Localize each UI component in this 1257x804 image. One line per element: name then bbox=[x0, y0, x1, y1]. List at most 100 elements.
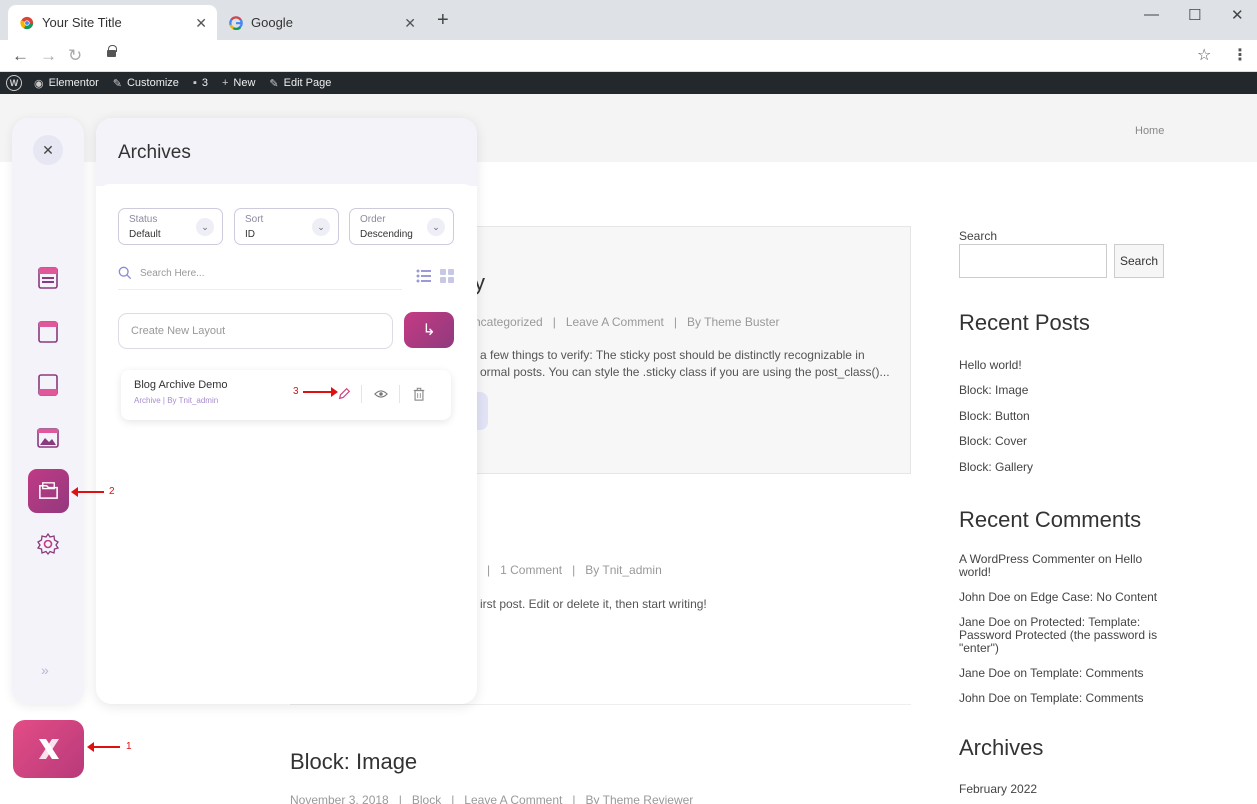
elementor-icon: ◉ bbox=[34, 77, 44, 90]
rail-close-button[interactable]: ✕ bbox=[33, 135, 63, 165]
recent-comment-link[interactable]: John Doe on Template: Comments bbox=[959, 692, 1159, 705]
chrome-icon bbox=[20, 16, 34, 29]
list-view-icon[interactable] bbox=[416, 268, 432, 284]
back-button[interactable]: ← bbox=[12, 46, 29, 66]
new-tab-button[interactable]: + bbox=[437, 10, 449, 30]
annotation-arrow bbox=[87, 742, 120, 752]
recent-post-link[interactable]: Block: Cover bbox=[959, 435, 1159, 448]
recent-comment-link[interactable]: John Doe on Edge Case: No Content bbox=[959, 591, 1159, 604]
archive-template-icon[interactable] bbox=[28, 469, 69, 513]
annotation-number: 2 bbox=[109, 486, 115, 497]
recent-comments-heading: Recent Comments bbox=[959, 507, 1142, 532]
panel-header: Archives bbox=[96, 118, 477, 186]
search-icon bbox=[118, 266, 132, 280]
reload-button[interactable]: ↻ bbox=[68, 46, 82, 66]
wp-admin-bar: W ◉ Elementor ✎ Customize ▪ 3 + New ✎ Edit Pa… bbox=[0, 72, 1257, 94]
filter-value: ID bbox=[245, 229, 255, 240]
recent-comment-link[interactable]: Jane Doe on Template: Comments bbox=[959, 667, 1159, 680]
adminbar-label: 3 bbox=[201, 77, 208, 89]
divider bbox=[290, 704, 911, 705]
post-title[interactable]: Block: Image bbox=[290, 749, 417, 775]
browser-menu-icon[interactable]: ⋮ bbox=[1232, 45, 1248, 65]
x-logo-icon bbox=[38, 739, 59, 759]
minimize-button[interactable]: — bbox=[1144, 6, 1159, 23]
archives-heading: Archives bbox=[959, 735, 1044, 760]
recent-post-link[interactable]: Block: Gallery bbox=[959, 461, 1159, 474]
recent-post-link[interactable]: Block: Image bbox=[959, 384, 1159, 397]
archives-panel: Archives Status Default ⌄ Sort ID ⌄ Orde… bbox=[96, 118, 477, 704]
divider bbox=[361, 385, 362, 403]
browser-tab-bar: Your Site Title ✕ Google ✕ + — ☐ ✕ bbox=[0, 0, 1257, 40]
wordpress-logo-icon[interactable]: W bbox=[6, 75, 22, 91]
adminbar-label: Edit Page bbox=[283, 77, 332, 89]
order-filter-select[interactable]: Order Descending ⌄ bbox=[349, 208, 454, 245]
brush-icon: ✎ bbox=[112, 77, 122, 90]
post-meta: November 3, 2018 | Block | Leave A Comme… bbox=[290, 793, 694, 804]
layout-card: Blog Archive Demo Archive | By Tnit_admi… bbox=[121, 370, 451, 420]
preview-eye-icon[interactable] bbox=[374, 387, 388, 401]
footer-template-icon[interactable] bbox=[36, 373, 60, 397]
recent-comment-link[interactable]: Jane Doe on Protected: Template: Passwor… bbox=[959, 616, 1159, 655]
post-excerpt-line: a few things to verify: The sticky post … bbox=[480, 348, 865, 362]
sidebar-search-button[interactable]: Search bbox=[1114, 244, 1164, 278]
annotation-arrow bbox=[303, 387, 338, 397]
status-filter-select[interactable]: Status Default ⌄ bbox=[118, 208, 223, 245]
builder-icon-rail bbox=[12, 118, 84, 704]
edit-pencil-icon[interactable] bbox=[337, 387, 351, 401]
adminbar-customize[interactable]: ✎ Customize bbox=[113, 77, 179, 90]
recent-post-link[interactable]: Hello world! bbox=[959, 359, 1159, 372]
create-layout-input[interactable]: Create New Layout bbox=[118, 313, 393, 349]
annotation-arrow bbox=[71, 487, 104, 497]
forward-button[interactable]: → bbox=[40, 46, 57, 66]
recent-post-link[interactable]: Block: Button bbox=[959, 410, 1159, 423]
close-tab-icon[interactable]: ✕ bbox=[195, 15, 207, 32]
header-template-icon[interactable] bbox=[36, 266, 60, 290]
adminbar-label: New bbox=[233, 77, 256, 89]
maximize-button[interactable]: ☐ bbox=[1188, 6, 1201, 24]
builder-launcher-button[interactable] bbox=[13, 720, 84, 778]
google-icon bbox=[229, 15, 243, 30]
sidebar-search-input[interactable] bbox=[959, 244, 1107, 278]
close-tab-icon[interactable]: ✕ bbox=[404, 15, 416, 32]
trash-icon[interactable] bbox=[412, 387, 426, 401]
home-link[interactable]: Home bbox=[1135, 125, 1164, 137]
layout-search-input[interactable]: Search Here... bbox=[118, 264, 402, 290]
adminbar-label: Customize bbox=[126, 77, 179, 89]
adminbar-edit-page[interactable]: ✎ Edit Page bbox=[269, 77, 331, 90]
window-close-button[interactable]: ✕ bbox=[1231, 6, 1244, 24]
annotation-number: 1 bbox=[126, 741, 132, 752]
grid-view-icon[interactable] bbox=[439, 268, 455, 284]
filter-value: Descending bbox=[360, 229, 413, 240]
recent-comment-link[interactable]: A WordPress Commenter on Hello world! bbox=[959, 553, 1159, 579]
filter-label: Status bbox=[129, 214, 158, 225]
layout-meta: Archive | By Tnit_admin bbox=[134, 396, 219, 405]
bookmark-star-icon[interactable]: ☆ bbox=[1197, 45, 1211, 65]
filter-label: Sort bbox=[245, 214, 264, 225]
adminbar-new[interactable]: + New bbox=[222, 77, 255, 89]
recent-posts-heading: Recent Posts bbox=[959, 310, 1090, 335]
search-placeholder: Search Here... bbox=[140, 268, 205, 279]
chevron-down-icon: ⌄ bbox=[312, 218, 330, 236]
tab-title: Google bbox=[251, 15, 293, 30]
panel-title: Archives bbox=[118, 142, 191, 163]
expand-rail-icon[interactable]: » bbox=[41, 662, 49, 678]
filter-value: Default bbox=[129, 229, 161, 240]
archive-link[interactable]: February 2022 bbox=[959, 783, 1159, 796]
adminbar-elementor[interactable]: ◉ Elementor bbox=[34, 77, 99, 90]
pencil-icon: ✎ bbox=[269, 77, 279, 90]
folder-icon bbox=[39, 482, 58, 499]
sort-filter-select[interactable]: Sort ID ⌄ bbox=[234, 208, 339, 245]
settings-gear-icon[interactable] bbox=[36, 532, 60, 556]
adminbar-comments[interactable]: ▪ 3 bbox=[193, 77, 208, 89]
create-layout-button[interactable]: ↳ bbox=[404, 312, 454, 348]
gallery-template-icon[interactable] bbox=[36, 426, 60, 450]
divider bbox=[399, 385, 400, 403]
tab-your-site-title[interactable]: Your Site Title ✕ bbox=[8, 5, 217, 40]
single-template-icon[interactable] bbox=[36, 320, 60, 344]
comment-icon: ▪ bbox=[192, 77, 197, 89]
read-more-button[interactable] bbox=[476, 392, 488, 430]
tab-google[interactable]: Google ✕ bbox=[217, 5, 426, 40]
tab-title: Your Site Title bbox=[42, 15, 122, 30]
layout-title: Blog Archive Demo bbox=[134, 379, 228, 391]
address-bar: ← → ↻ ☆ ⋮ bbox=[0, 40, 1257, 72]
